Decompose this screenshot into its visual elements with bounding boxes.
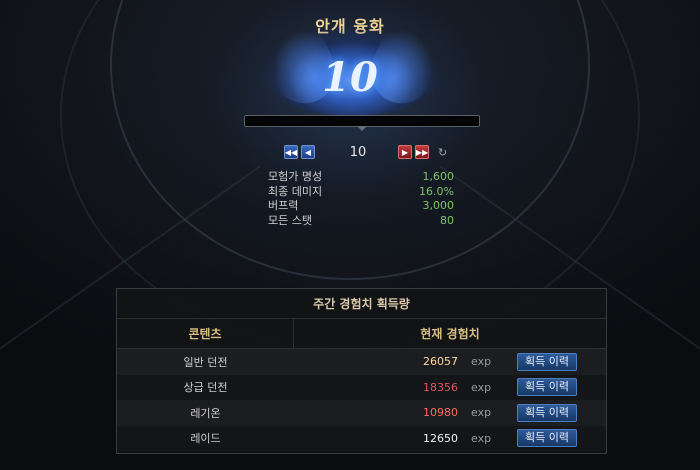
history-button[interactable]: 획득 이력 <box>517 403 577 422</box>
stat-value: 3,000 <box>422 199 455 212</box>
column-header-exp: 현재 경험치 <box>420 327 480 341</box>
stat-list: 모험가 명성 1,600 최종 데미지 16.0% 버프력 3,000 모든 스… <box>268 170 454 228</box>
stat-value: 16.0% <box>419 184 454 198</box>
stat-label: 최종 데미지 <box>268 184 323 198</box>
table-row: 레기온 10980 exp 획득 이력 <box>117 400 606 426</box>
right-arrow-icon[interactable]: ▶ <box>398 145 412 159</box>
content-name: 상급 던전 <box>183 381 228 395</box>
history-button[interactable]: 획득 이력 <box>517 352 577 371</box>
double-right-arrow-icon[interactable]: ▶▶ <box>415 145 429 159</box>
content-name: 레이드 <box>190 432 221 446</box>
stat-row: 최종 데미지 16.0% <box>268 185 454 200</box>
exp-value: 10980 <box>423 406 458 420</box>
history-button[interactable]: 획득 이력 <box>517 378 577 397</box>
refresh-icon[interactable]: ↻ <box>438 146 447 159</box>
double-left-arrow-icon[interactable]: ◀◀ <box>284 145 298 159</box>
stat-label: 모험가 명성 <box>268 170 323 183</box>
column-header-content: 콘텐츠 <box>117 319 294 348</box>
stepper-value: 10 <box>349 144 367 160</box>
stat-label: 모든 스탯 <box>268 213 312 227</box>
exp-unit: exp <box>471 380 492 394</box>
stat-value: 1,600 <box>422 170 455 183</box>
level-display: 10 <box>322 54 378 101</box>
table-header: 콘텐츠 현재 경험치 <box>117 319 606 349</box>
progress-marker <box>357 126 367 131</box>
table-row: 상급 던전 18356 exp 획득 이력 <box>117 374 606 400</box>
table-row: 일반 던전 26057 exp 획득 이력 <box>117 349 606 375</box>
panel-title: 주간 경험치 획득량 <box>117 289 606 319</box>
content-name: 일반 던전 <box>183 355 228 369</box>
exp-unit: exp <box>471 355 492 369</box>
level-stepper: ◀◀ ◀ 10 ▶ ▶▶ ↻ <box>284 142 454 162</box>
content-name: 레기온 <box>190 406 221 420</box>
exp-unit: exp <box>471 431 492 445</box>
stat-row: 모험가 명성 1,600 <box>268 170 454 185</box>
stat-label: 버프력 <box>268 199 299 212</box>
exp-unit: exp <box>471 406 492 420</box>
table-row: 레이드 12650 exp 획득 이력 <box>117 425 606 451</box>
weekly-exp-panel: 주간 경험치 획득량 콘텐츠 현재 경험치 일반 던전 26057 exp 획득… <box>116 288 607 454</box>
left-arrow-icon[interactable]: ◀ <box>301 145 315 159</box>
stat-row: 버프력 3,000 <box>268 199 454 214</box>
exp-value: 12650 <box>423 431 458 445</box>
stat-row: 모든 스탯 80 <box>268 214 454 229</box>
history-button[interactable]: 획득 이력 <box>517 429 577 448</box>
exp-value: 26057 <box>423 355 458 369</box>
exp-value: 18356 <box>423 380 458 394</box>
stat-value: 80 <box>440 213 454 227</box>
